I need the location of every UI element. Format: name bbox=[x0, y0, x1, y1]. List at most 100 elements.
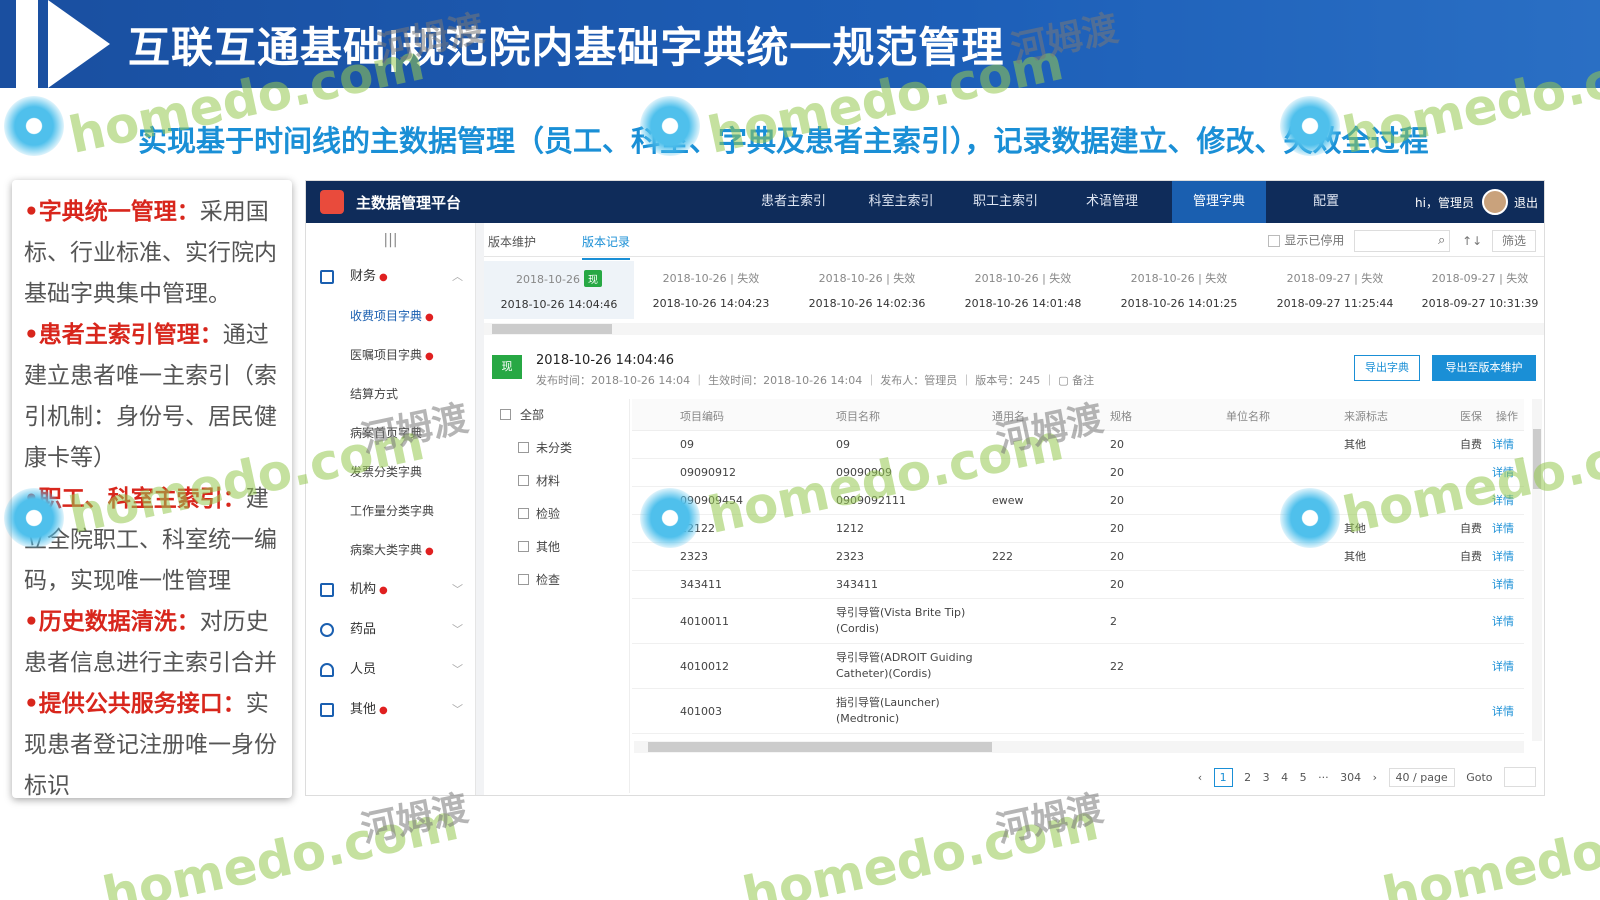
chevron-down-icon: ﹀ bbox=[452, 583, 463, 596]
timeline-item[interactable]: 2018-09-27 | 失效 2018-09-27 10:31:39 bbox=[1414, 261, 1544, 319]
sidebar-sub-order-items[interactable]: 医嘱项目字典 ● bbox=[306, 336, 475, 375]
page-size-select[interactable]: 40 / page bbox=[1388, 767, 1455, 787]
page-4[interactable]: 4 bbox=[1281, 771, 1288, 784]
prev-page-button[interactable]: ‹ bbox=[1198, 771, 1202, 784]
cell-spec: 20 bbox=[1110, 550, 1124, 563]
timeline-item[interactable]: 2018-10-26 现 2018-10-26 14:04:46 bbox=[484, 261, 634, 319]
sidebar-sub-workload[interactable]: 工作量分类字典 bbox=[306, 492, 475, 531]
goto-input[interactable] bbox=[1504, 767, 1536, 787]
cell-name: 343411 bbox=[836, 578, 878, 591]
sidebar-item-other[interactable]: 其他 ● ﹀ bbox=[306, 690, 475, 730]
expand-box-icon[interactable] bbox=[518, 508, 529, 519]
table-row[interactable]: 09090912 09090909 20 详情 bbox=[632, 459, 1524, 487]
scroll-thumb[interactable] bbox=[492, 324, 612, 334]
detail-link[interactable]: 详情 bbox=[1492, 549, 1514, 565]
sidebar-sub-case-home[interactable]: 病案首页字典 bbox=[306, 414, 475, 453]
table-row[interactable]: 2323 2323 222 20 其他 自费 详情 bbox=[632, 543, 1524, 571]
table-row[interactable]: 4010011 导引导管(Vista Brite Tip)(Cordis) 2 详情 bbox=[632, 599, 1524, 644]
checkbox-icon[interactable] bbox=[518, 574, 529, 585]
detail-link[interactable]: 详情 bbox=[1492, 704, 1514, 720]
tree-root[interactable]: 全部 bbox=[492, 399, 629, 432]
page-1[interactable]: 1 bbox=[1213, 767, 1233, 787]
timeline-item[interactable]: 2018-10-26 | 失效 2018-10-26 14:04:23 bbox=[636, 261, 786, 319]
nav-config[interactable]: 配置 bbox=[1286, 181, 1366, 223]
tree-item[interactable]: 未分类 bbox=[492, 432, 629, 465]
avatar[interactable] bbox=[1482, 189, 1508, 215]
detail-link[interactable]: 详情 bbox=[1492, 493, 1514, 509]
sidebar-item-label: 财务 bbox=[350, 269, 377, 284]
export-to-version-button[interactable]: 导出至版本维护 bbox=[1432, 355, 1536, 381]
cell-name: 1212 bbox=[836, 522, 864, 535]
tab-version-maintain[interactable]: 版本维护 bbox=[488, 233, 536, 250]
page-2[interactable]: 2 bbox=[1244, 771, 1251, 784]
page-ellipsis[interactable]: ··· bbox=[1318, 771, 1329, 784]
table-vscrollbar[interactable] bbox=[1532, 399, 1542, 741]
col-action: 操作 bbox=[1496, 410, 1518, 423]
logout-link[interactable]: 退出 bbox=[1514, 194, 1538, 211]
slide-subtitle: 实现基于时间线的主数据管理（员工、科室、字典及患者主索引），记录数据建立、修改、… bbox=[138, 124, 1429, 158]
scroll-thumb[interactable] bbox=[648, 742, 992, 752]
timeline-date: 2018-10-26 | 失效 bbox=[662, 272, 760, 285]
table-row[interactable]: 12122 1212 20 其他 自费 详情 bbox=[632, 515, 1524, 543]
sort-icon[interactable]: ↑↓ bbox=[1462, 234, 1482, 248]
tree-item[interactable]: 检查 bbox=[492, 564, 629, 597]
timeline-item[interactable]: 2018-10-26 | 失效 2018-10-26 14:02:36 bbox=[792, 261, 942, 319]
search-input[interactable]: ⌕ bbox=[1354, 230, 1451, 252]
page-5[interactable]: 5 bbox=[1300, 771, 1307, 784]
timeline-item[interactable]: 2018-10-26 | 失效 2018-10-26 14:01:25 bbox=[1104, 261, 1254, 319]
nav-dictionary[interactable]: 管理字典 bbox=[1172, 181, 1266, 223]
timeline-item[interactable]: 2018-10-26 | 失效 2018-10-26 14:01:48 bbox=[948, 261, 1098, 319]
detail-link[interactable]: 详情 bbox=[1492, 465, 1514, 481]
sidebar-item-drugs[interactable]: 药品 ﹀ bbox=[306, 610, 475, 650]
show-disabled-checkbox[interactable] bbox=[1268, 235, 1281, 247]
nav-dept-index[interactable]: 科室主索引 bbox=[851, 181, 951, 223]
tree-item[interactable]: 检验 bbox=[492, 498, 629, 531]
sidebar-item-org[interactable]: 机构 ● ﹀ bbox=[306, 570, 475, 610]
collapse-icon[interactable]: ||| bbox=[306, 223, 475, 257]
finance-icon bbox=[320, 270, 334, 284]
next-page-button[interactable]: › bbox=[1373, 771, 1377, 784]
nav-staff-index[interactable]: 职工主索引 bbox=[958, 181, 1053, 223]
cell-code: 401003 bbox=[680, 704, 722, 718]
detail-link[interactable]: 详情 bbox=[1492, 437, 1514, 453]
col-code: 项目编码 bbox=[680, 410, 724, 423]
table-row[interactable]: 090909454 0909092111 ewew 20 详情 bbox=[632, 487, 1524, 515]
page-last[interactable]: 304 bbox=[1340, 771, 1361, 784]
sidebar-sub-invoice[interactable]: 发票分类字典 bbox=[306, 453, 475, 492]
cell-generic: ewew bbox=[992, 494, 1024, 507]
cell-source: 其他 bbox=[1344, 550, 1366, 563]
cell-source: 其他 bbox=[1344, 522, 1366, 535]
detail-link[interactable]: 详情 bbox=[1492, 659, 1514, 675]
filter-button[interactable]: 筛选 bbox=[1492, 230, 1536, 252]
detail-link[interactable]: 详情 bbox=[1492, 521, 1514, 537]
detail-link[interactable]: 详情 bbox=[1492, 577, 1514, 593]
export-dict-button[interactable]: 导出字典 bbox=[1354, 355, 1420, 381]
table-row[interactable]: 343411 343411 20 详情 bbox=[632, 571, 1524, 599]
timeline-scrollbar[interactable] bbox=[484, 323, 1544, 335]
tree-label: 材料 bbox=[536, 474, 561, 488]
collapse-box-icon[interactable] bbox=[500, 409, 511, 420]
table-row[interactable]: 4010012 导引导管(ADROIT Guiding Catheter)(Cor… bbox=[632, 644, 1524, 689]
sidebar-item-people[interactable]: 人员 ﹀ bbox=[306, 650, 475, 690]
expand-box-icon[interactable] bbox=[518, 541, 529, 552]
feature-head: •字典统一管理： bbox=[24, 199, 200, 225]
tree-item[interactable]: 其他 bbox=[492, 531, 629, 564]
banner-arrow bbox=[48, 0, 110, 88]
table-row[interactable]: 401003 指引导管(Launcher)(Medtronic) 详情 bbox=[632, 689, 1524, 734]
scroll-thumb[interactable] bbox=[1533, 429, 1541, 489]
nav-patient-index[interactable]: 患者主索引 bbox=[746, 181, 841, 223]
tree-item[interactable]: 材料 bbox=[492, 465, 629, 498]
sidebar-sub-charge-items[interactable]: 收费项目字典 ● bbox=[306, 297, 475, 336]
detail-link[interactable]: 详情 bbox=[1492, 614, 1514, 630]
sidebar-item-finance[interactable]: 财务 ● ︿ bbox=[306, 257, 475, 297]
sidebar-sub-case-category[interactable]: 病案大类字典 ● bbox=[306, 531, 475, 570]
expand-box-icon[interactable] bbox=[518, 475, 529, 486]
table-hscrollbar[interactable] bbox=[634, 741, 1524, 753]
timeline-item[interactable]: 2018-09-27 | 失效 2018-09-27 11:25:44 bbox=[1260, 261, 1410, 319]
checkbox-icon[interactable] bbox=[518, 442, 529, 453]
sidebar-sub-settlement[interactable]: 结算方式 bbox=[306, 375, 475, 414]
page-3[interactable]: 3 bbox=[1263, 771, 1270, 784]
nav-terminology[interactable]: 术语管理 bbox=[1066, 181, 1158, 223]
tab-version-record[interactable]: 版本记录 bbox=[582, 233, 631, 260]
table-row[interactable]: 09 09 20 其他 自费 详情 bbox=[632, 431, 1524, 459]
